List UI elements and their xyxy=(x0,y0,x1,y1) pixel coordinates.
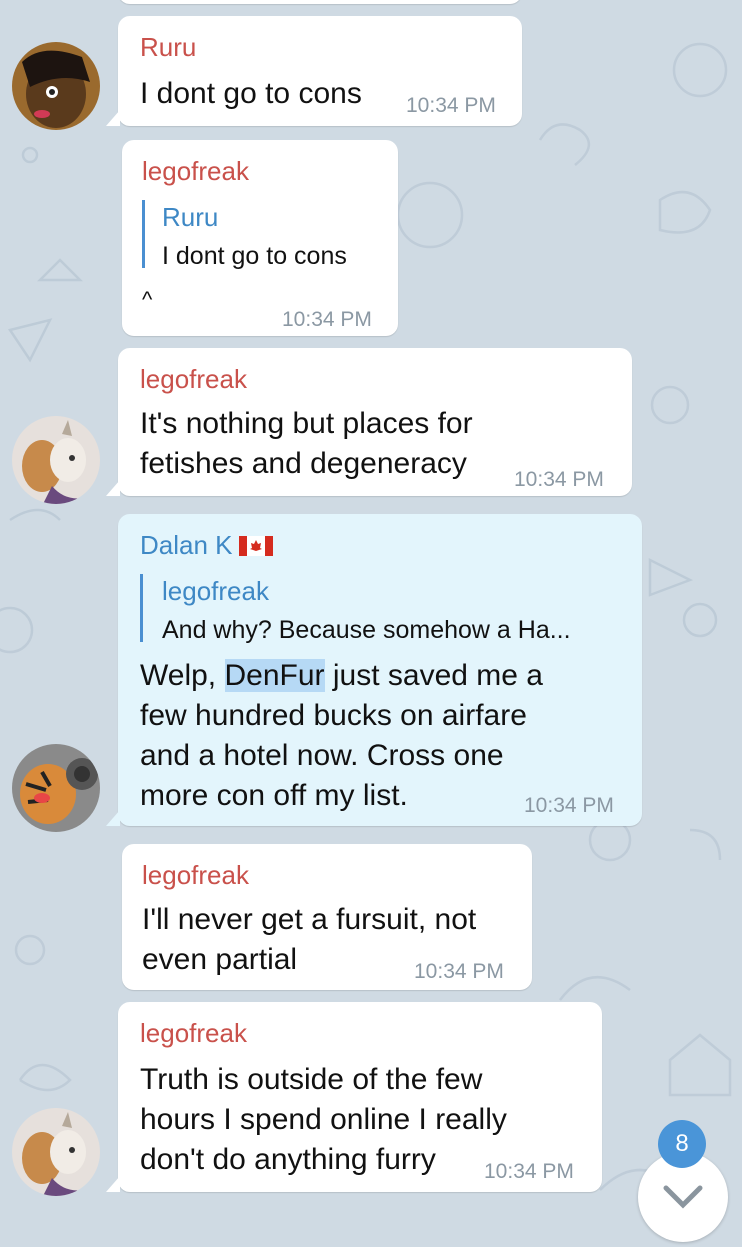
sender-name[interactable]: Dalan K xyxy=(140,530,273,561)
message-text-line: don't do anything furry xyxy=(140,1143,436,1176)
mention-link[interactable]: DenFur xyxy=(224,659,325,692)
message-text-line: fetishes and degeneracy xyxy=(140,447,467,480)
reply-bar xyxy=(142,200,145,268)
message-text-line: few hundred bucks on airfare xyxy=(140,699,527,732)
message-bubble-outgoing[interactable]: Dalan K legofreak And why? Because someh… xyxy=(106,514,642,826)
avatar-legofreak[interactable] xyxy=(12,416,100,504)
message-time: 10:34 PM xyxy=(524,794,614,817)
message-time: 10:34 PM xyxy=(282,308,372,331)
message-text-prefix: Welp, xyxy=(140,659,217,692)
message-bubble[interactable]: legofreak Truth is outside of the few ho… xyxy=(106,1002,602,1192)
sender-name[interactable]: Ruru xyxy=(140,32,196,63)
avatar-dalan-k[interactable] xyxy=(12,744,100,832)
avatar-image xyxy=(12,42,100,130)
sender-name[interactable]: legofreak xyxy=(142,156,249,187)
reply-sender[interactable]: Ruru xyxy=(162,202,218,233)
reply-sender[interactable]: legofreak xyxy=(162,576,269,607)
sender-name[interactable]: legofreak xyxy=(140,364,247,395)
sender-name[interactable]: legofreak xyxy=(142,860,249,891)
message-bubble-cutoff xyxy=(118,0,658,4)
message-text-line: hours I spend online I really xyxy=(140,1103,507,1136)
message-bubble[interactable]: legofreak Ruru I dont go to cons ^ 10:34… xyxy=(122,140,398,336)
avatar-ruru[interactable] xyxy=(12,42,100,130)
message-bubble[interactable]: Ruru I dont go to cons 10:34 PM xyxy=(106,16,522,126)
sender-name[interactable]: legofreak xyxy=(140,1018,247,1049)
message-text: I dont go to cons xyxy=(140,77,362,110)
unread-count-badge[interactable]: 8 xyxy=(658,1120,706,1168)
message-text-line: Truth is outside of the few xyxy=(140,1063,483,1096)
message-text-rest: just saved me a xyxy=(332,659,543,692)
message-time: 10:34 PM xyxy=(406,94,496,117)
message-time: 10:34 PM xyxy=(484,1160,574,1183)
message-text-line: and a hotel now. Cross one xyxy=(140,739,504,772)
message-text-line: even partial xyxy=(142,943,298,976)
message-text-line: It's nothing but places for xyxy=(140,407,473,440)
avatar-legofreak[interactable] xyxy=(12,1108,100,1196)
avatar-image xyxy=(12,416,100,504)
avatar-image xyxy=(12,744,100,832)
reply-text[interactable]: I dont go to cons xyxy=(162,242,347,271)
canada-flag-icon xyxy=(238,536,273,556)
message-text-line: more con off my list. xyxy=(140,779,408,812)
reply-bar xyxy=(140,574,143,642)
message-time: 10:34 PM xyxy=(514,468,604,491)
sender-name-text: Dalan K xyxy=(140,530,233,560)
avatar-image xyxy=(12,1108,100,1196)
message-time: 10:34 PM xyxy=(414,960,504,983)
message-text-line: I'll never get a fursuit, not xyxy=(142,903,477,936)
message-text: ^ xyxy=(142,287,153,312)
reply-text[interactable]: And why? Because somehow a Ha... xyxy=(162,616,571,645)
message-text-line: Welp, DenFur just saved me a xyxy=(140,656,543,696)
message-bubble[interactable]: legofreak It's nothing but places for fe… xyxy=(106,348,632,496)
message-bubble[interactable]: legofreak I'll never get a fursuit, not … xyxy=(122,844,532,990)
